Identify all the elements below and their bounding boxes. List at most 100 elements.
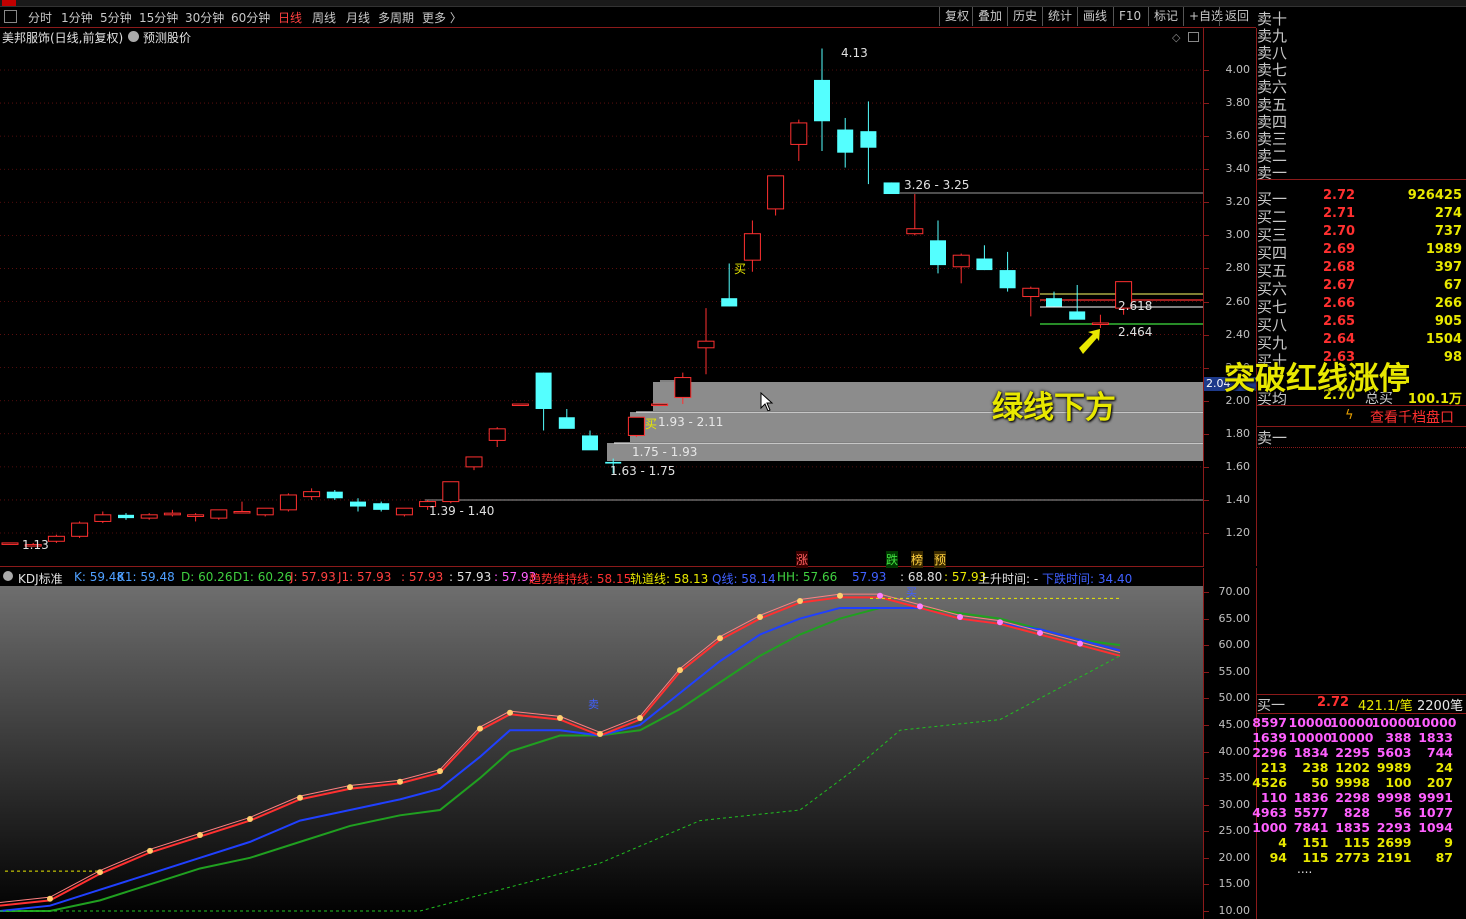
back-button[interactable]: 返回 bbox=[1219, 7, 1254, 26]
queue-cell: 10000 bbox=[1288, 730, 1333, 745]
tab-period-weekly[interactable]: 周线 bbox=[312, 9, 336, 26]
sell-level-row[interactable]: 卖六 bbox=[1257, 76, 1466, 96]
sell-level-row[interactable]: 卖五 bbox=[1257, 94, 1466, 114]
kdj-indicator-pane[interactable]: KDJ标准 K: 59.48 K1: 59.48 D: 60.26 D1: 60.26… bbox=[0, 568, 1204, 919]
draw-line-button[interactable]: 画线 bbox=[1077, 7, 1112, 26]
candle bbox=[465, 456, 483, 471]
candle bbox=[558, 408, 575, 429]
buy-signal-marker: 买 bbox=[734, 262, 747, 276]
queue-cell: 1835 bbox=[1335, 820, 1370, 835]
sell-level-row[interactable]: 卖三 bbox=[1257, 128, 1466, 148]
candle bbox=[697, 308, 715, 375]
kdj-axis-label: 50.00 bbox=[1218, 691, 1251, 705]
buy-level-row[interactable]: 买三 2.70 737 bbox=[1257, 224, 1466, 244]
signal-rank: 榜 bbox=[911, 551, 924, 568]
forecast-price-toggle[interactable]: 预测股价 bbox=[143, 29, 191, 46]
signal-fall: 跌 bbox=[886, 551, 899, 568]
candle bbox=[118, 513, 134, 520]
price-axis-label: 3.00 bbox=[1225, 228, 1251, 242]
red-line-overlay-text: 突破红线涨停 bbox=[1224, 361, 1410, 397]
queue-cell: 56 bbox=[1394, 805, 1412, 820]
tab-period-more[interactable]: 更多 〉 bbox=[422, 9, 462, 26]
queue-cell: 115 bbox=[1343, 835, 1370, 850]
zone-label-175: 1.75 - 1.93 bbox=[632, 445, 698, 459]
menu-icon[interactable] bbox=[4, 10, 17, 23]
buy-level-row[interactable]: 买五 2.68 397 bbox=[1257, 260, 1466, 280]
chart-title: 美邦服饰(日线,前复权) bbox=[2, 31, 124, 45]
tab-period-30min[interactable]: 30分钟 bbox=[185, 9, 224, 26]
statistics-button[interactable]: 统计 bbox=[1042, 7, 1077, 26]
tab-period-1min[interactable]: 1分钟 bbox=[61, 9, 93, 26]
sell-level-row[interactable]: 卖十 bbox=[1257, 8, 1466, 28]
candle bbox=[930, 220, 946, 274]
range-label-139: 1.39 - 1.40 bbox=[429, 504, 495, 518]
queue-cell: 388 bbox=[1385, 730, 1412, 745]
tab-period-multi[interactable]: 多周期 bbox=[378, 9, 414, 26]
sell-level-row[interactable]: 卖八 bbox=[1257, 42, 1466, 62]
price-axis-label: 3.20 bbox=[1225, 195, 1251, 209]
buy-level-row[interactable]: 买四 2.69 1989 bbox=[1257, 242, 1466, 262]
sell-level-row[interactable]: 卖四 bbox=[1257, 111, 1466, 131]
tab-period-daily[interactable]: 日线 bbox=[278, 9, 302, 26]
queue-cell: 1094 bbox=[1418, 820, 1453, 835]
kdj-title[interactable]: KDJ标准 bbox=[18, 570, 63, 587]
tab-period-15min[interactable]: 15分钟 bbox=[139, 9, 178, 26]
candle bbox=[999, 251, 1016, 292]
resistance-zone-1 bbox=[653, 382, 1203, 411]
queue-row: 4526 50 9998 100 207 bbox=[1252, 775, 1466, 790]
queue-cell: 2773 bbox=[1335, 850, 1370, 865]
candle bbox=[790, 119, 808, 161]
buy-level-row[interactable]: 买一 2.72 926425 bbox=[1257, 188, 1466, 208]
tab-period-monthly[interactable]: 月线 bbox=[346, 9, 370, 26]
restore-rights-button[interactable]: 复权 bbox=[939, 7, 974, 26]
kdj-value-item: J1: 57.93 bbox=[338, 570, 392, 584]
chevron-down-icon[interactable] bbox=[128, 31, 139, 42]
queue-cell: 9 bbox=[1444, 835, 1453, 850]
chevron-down-icon[interactable] bbox=[3, 571, 13, 581]
history-button[interactable]: 历史 bbox=[1007, 7, 1042, 26]
maximize-icon[interactable] bbox=[1188, 32, 1199, 42]
sell-level-row[interactable]: 卖九 bbox=[1257, 25, 1466, 45]
kdj-buy-marker: 买 bbox=[906, 586, 917, 599]
candlestick-chart bbox=[0, 48, 1203, 547]
f10-button[interactable]: F10 bbox=[1113, 7, 1146, 26]
mark-button[interactable]: 标记 bbox=[1148, 7, 1183, 26]
mouse-cursor-icon bbox=[760, 392, 774, 412]
tab-period-fenshi[interactable]: 分时 bbox=[28, 9, 52, 26]
candle bbox=[837, 117, 854, 168]
sell-level-row[interactable]: 卖一 bbox=[1257, 162, 1466, 182]
sell-level-row[interactable]: 卖二 bbox=[1257, 145, 1466, 165]
kdj-axis-label: 25.00 bbox=[1218, 824, 1251, 838]
candle bbox=[233, 501, 251, 514]
overlay-button[interactable]: 叠加 bbox=[972, 7, 1007, 26]
queue-cell: 1639 bbox=[1252, 730, 1287, 745]
tab-period-5min[interactable]: 5分钟 bbox=[100, 9, 132, 26]
buy-level-row[interactable]: 买七 2.66 266 bbox=[1257, 296, 1466, 316]
buy-level-row[interactable]: 买六 2.67 67 bbox=[1257, 278, 1466, 298]
queue-cell: 94 bbox=[1269, 850, 1287, 865]
kdj-axis-label: 20.00 bbox=[1218, 850, 1251, 864]
green-line-overlay-text: 绿线下方 bbox=[992, 390, 1116, 426]
price-chart-pane[interactable]: 美邦服饰(日线,前复权) 预测股价 ◇ 4.13 1.13 3.26 - 3.2… bbox=[0, 28, 1204, 568]
period-toolbar: 分时 1分钟 5分钟 15分钟 30分钟 60分钟 日线 周线 月线 多周期 更… bbox=[0, 7, 1256, 28]
tab-period-60min[interactable]: 60分钟 bbox=[231, 9, 270, 26]
sell-level-row[interactable]: 卖七 bbox=[1257, 59, 1466, 79]
kdj-axis-label: 10.00 bbox=[1218, 904, 1251, 917]
buy-level-row[interactable]: 买二 2.71 274 bbox=[1257, 206, 1466, 226]
window-top-bar bbox=[0, 0, 1466, 7]
price-axis-label: 1.20 bbox=[1225, 526, 1251, 539]
queue-row: 2296 1834 2295 5603 744 bbox=[1252, 745, 1466, 760]
kdj-value-item: : 57.93 bbox=[449, 570, 492, 584]
view-full-orderbook-link[interactable]: 查看千档盘口 bbox=[1370, 407, 1454, 427]
kdj-chart bbox=[0, 586, 1203, 919]
sell1-queue-label: 卖一 bbox=[1257, 429, 1288, 447]
kdj-value-item: 趋势维持线: 58.15 bbox=[529, 572, 632, 586]
buy-level-row[interactable]: 买九 2.64 1504 bbox=[1257, 332, 1466, 352]
buy-level-row[interactable]: 买八 2.65 905 bbox=[1257, 314, 1466, 334]
queue-cell: 207 bbox=[1426, 775, 1453, 790]
kdj-value-item: K1: 59.48 bbox=[117, 570, 175, 584]
queue-row: 94 115 2773 2191 87 bbox=[1257, 850, 1466, 865]
diamond-icon[interactable]: ◇ bbox=[1172, 31, 1180, 44]
kdj-value-item: J: 57.93 bbox=[290, 570, 336, 584]
queue-cell: 50 bbox=[1311, 775, 1329, 790]
